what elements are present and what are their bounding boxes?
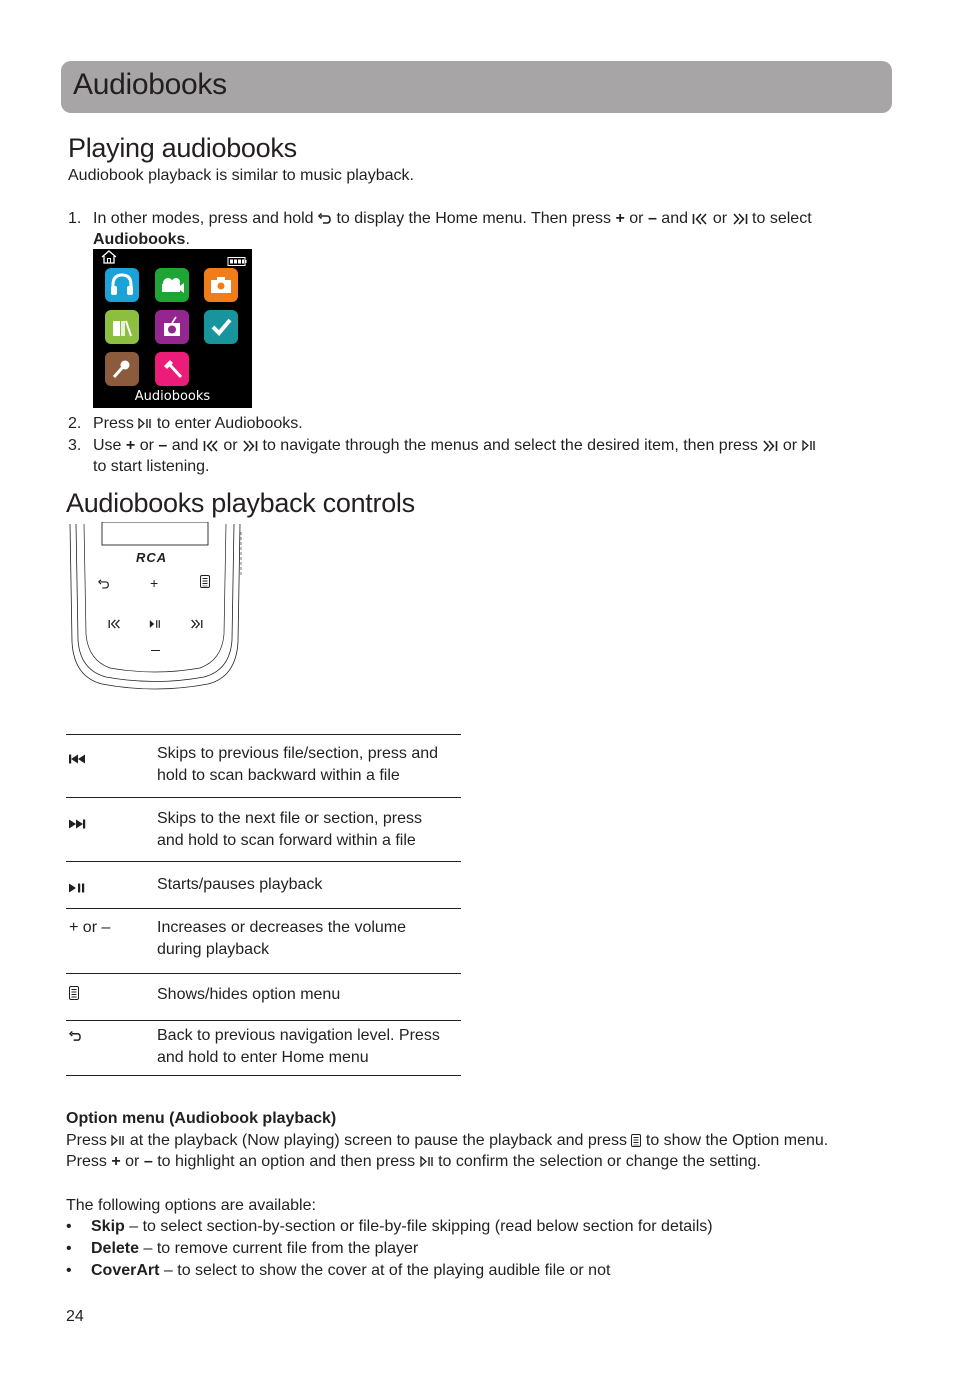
step-3-text: Use + or – and or to navigate through th…	[93, 435, 883, 477]
list-item: • CoverArt – to select to show the cover …	[66, 1262, 611, 1279]
video-icon	[155, 268, 189, 302]
volume-key-label: + or –	[69, 919, 111, 936]
controls-table: Skips to previous file/section, press an…	[66, 734, 461, 1076]
table-row: Skips to previous file/section, press an…	[66, 734, 461, 797]
options-list: • Skip – to select section-by-section or …	[66, 1216, 713, 1282]
recording-icon	[105, 352, 139, 386]
table-row: Skips to the next file or section, press…	[66, 797, 461, 861]
step-1-number: 1.	[68, 210, 82, 227]
table-row: + or – Increases or decreases the volume…	[66, 908, 461, 973]
device-next-button	[190, 616, 203, 634]
device-volume-down-button	[151, 650, 160, 652]
previous-icon	[692, 213, 708, 225]
tools-icon	[155, 352, 189, 386]
menu-icon	[631, 1134, 642, 1148]
next-icon	[762, 440, 778, 452]
playing-audiobooks-heading: Playing audiobooks	[68, 133, 297, 163]
play-pause-icon	[801, 440, 816, 452]
table-row: Starts/pauses playback	[66, 861, 461, 908]
previous-icon	[203, 440, 219, 452]
next-icon	[69, 816, 87, 834]
home-icon	[101, 250, 117, 269]
brand-logo: RCA	[136, 550, 168, 565]
play-pause-icon	[419, 1156, 434, 1168]
device-volume-up-button: +	[150, 575, 159, 591]
settings-check-icon	[204, 310, 238, 344]
playback-controls-heading: Audiobooks playback controls	[66, 488, 415, 518]
intro-text: Audiobook playback is similar to music p…	[68, 167, 414, 184]
step-3-number: 3.	[68, 437, 82, 454]
table-row: Back to previous navigation level. Press…	[66, 1020, 461, 1076]
back-icon	[318, 212, 332, 225]
music-icon	[105, 268, 139, 302]
next-icon	[732, 213, 748, 225]
option-menu-heading: Option menu (Audiobook playback)	[66, 1110, 337, 1127]
radio-icon	[155, 310, 189, 344]
play-pause-icon	[138, 418, 152, 430]
option-menu-line-2: Press + or – to highlight an option and …	[66, 1153, 761, 1170]
step-2-text: Press to enter Audiobooks.	[93, 415, 303, 432]
table-row: Shows/hides option menu	[66, 973, 461, 1020]
device-menu-button	[200, 575, 210, 593]
device-illustration: RCA +	[62, 521, 252, 697]
list-item: • Skip – to select section-by-section or …	[66, 1218, 713, 1235]
device-play-pause-button	[149, 616, 161, 634]
home-menu-screenshot: Audiobooks	[93, 249, 252, 408]
screen-selected-label: Audiobooks	[134, 389, 211, 404]
device-back-button	[98, 577, 110, 595]
option-menu-line-1: Press at the playback (Now playing) scre…	[66, 1132, 829, 1149]
play-pause-icon	[69, 880, 85, 898]
play-pause-icon	[111, 1135, 125, 1147]
section-title: Audiobooks	[73, 68, 227, 101]
device-outline	[69, 521, 242, 690]
page-number: 24	[66, 1308, 84, 1325]
device-previous-button	[108, 616, 121, 634]
step-1-text: In other modes, press and hold to displa…	[93, 210, 812, 248]
back-icon	[68, 1029, 82, 1047]
next-icon	[242, 440, 258, 452]
photo-icon	[204, 268, 238, 302]
step-2-number: 2.	[68, 415, 82, 432]
list-item: • Delete – to remove current file from th…	[66, 1240, 419, 1257]
menu-icon	[69, 986, 79, 1005]
previous-icon	[69, 751, 87, 769]
options-available-text: The following options are available:	[66, 1197, 316, 1214]
audiobooks-icon	[105, 310, 139, 344]
